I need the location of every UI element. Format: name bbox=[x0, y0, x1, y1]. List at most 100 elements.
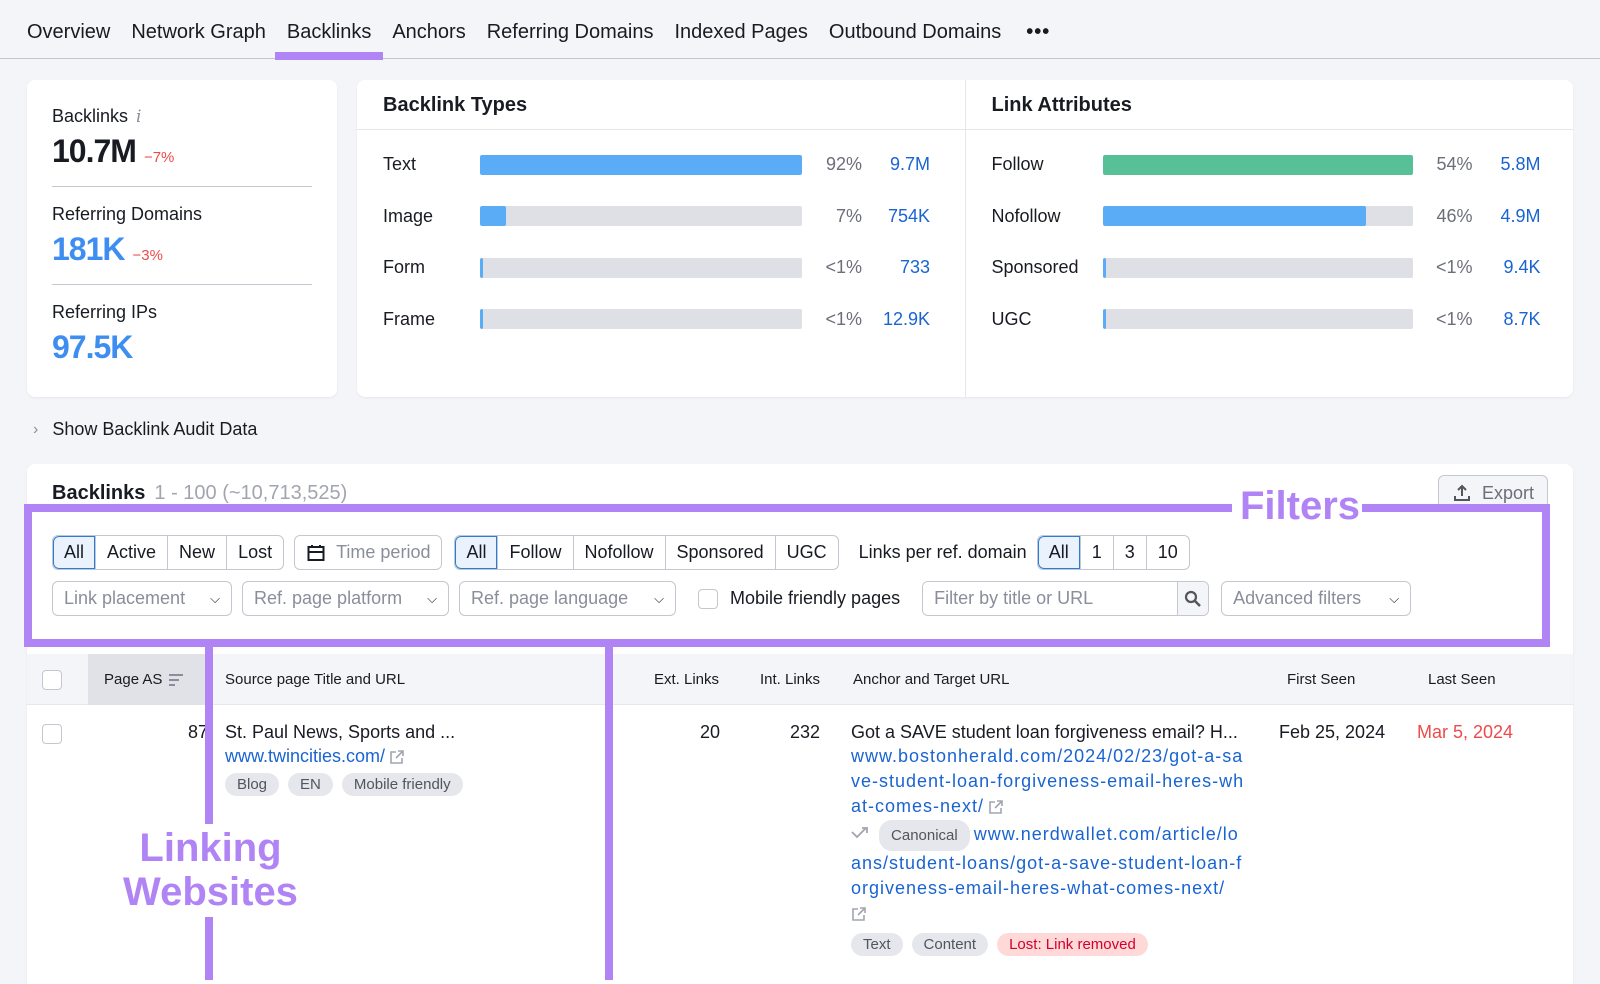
tab-backlinks[interactable]: Backlinks bbox=[274, 21, 384, 60]
bar-row-follow: Follow 54% 5.8M bbox=[966, 139, 1574, 191]
linking-frame-left-top bbox=[205, 639, 213, 824]
select-all-checkbox[interactable] bbox=[42, 669, 62, 690]
bar-row-sponsored: Sponsored <1% 9.4K bbox=[966, 242, 1574, 294]
bar-label: Nofollow bbox=[991, 205, 1061, 226]
sort-icon bbox=[169, 673, 184, 686]
more-tabs-icon[interactable]: ••• bbox=[1012, 21, 1060, 58]
status-all[interactable]: All bbox=[53, 536, 96, 569]
redirect-arrow-icon bbox=[851, 827, 868, 839]
bar-track bbox=[1102, 206, 1413, 227]
bar-track bbox=[1102, 309, 1413, 330]
filter-by-title-input[interactable] bbox=[923, 582, 1178, 615]
tab-indexed-pages[interactable]: Indexed Pages bbox=[664, 21, 817, 58]
link-placement-tag: Content bbox=[911, 933, 989, 956]
external-link-icon[interactable] bbox=[851, 906, 867, 922]
bar-label: Text bbox=[383, 154, 417, 175]
tab-referring-domains[interactable]: Referring Domains bbox=[477, 21, 664, 58]
show-backlink-audit-toggle[interactable]: › Show Backlink Audit Data bbox=[33, 419, 257, 440]
tab-network-graph[interactable]: Network Graph bbox=[121, 21, 276, 58]
link-attributes-title: Link Attributes bbox=[965, 80, 1573, 130]
backlink-types-panel: Backlink Types Text 92% 9.7M Image 7% 754K For… bbox=[357, 80, 965, 397]
linking-annotation-line2: Websites bbox=[123, 870, 298, 914]
search-button[interactable] bbox=[1177, 582, 1209, 615]
table-title: Backlinks 1 - 100 (~10,713,525) bbox=[52, 482, 347, 505]
bar-count-link[interactable]: 9.7M bbox=[862, 154, 930, 175]
bar-label: Image bbox=[383, 205, 434, 226]
col-last-seen[interactable]: Last Seen bbox=[1428, 654, 1496, 705]
status-new[interactable]: New bbox=[167, 536, 226, 569]
referring-ips-value[interactable]: 97.5K bbox=[52, 329, 133, 366]
links-per-domain-1[interactable]: 1 bbox=[1079, 536, 1113, 569]
attribute-all[interactable]: All bbox=[455, 536, 498, 569]
row-checkbox[interactable] bbox=[42, 724, 62, 744]
bar-count-link[interactable]: 8.7K bbox=[1473, 309, 1540, 330]
target-url-link[interactable]: www.bostonherald.com/2024/02/23/got-a-sa… bbox=[851, 746, 1244, 816]
source-url-link[interactable]: www.twincities.com/ bbox=[225, 746, 385, 766]
tab-overview[interactable]: Overview bbox=[17, 21, 120, 58]
distribution-card: Backlink Types Text 92% 9.7M Image 7% 754K For… bbox=[357, 80, 1573, 397]
info-icon[interactable]: i bbox=[136, 107, 141, 127]
bar-count-link[interactable]: 733 bbox=[862, 257, 930, 278]
attribute-filter: All Follow Nofollow Sponsored UGC bbox=[454, 535, 839, 570]
mobile-friendly-checkbox[interactable] bbox=[698, 588, 718, 609]
links-per-domain-label: Links per ref. domain bbox=[858, 542, 1027, 562]
ref-page-platform-dropdown[interactable]: Ref. page platform ⌵ bbox=[242, 581, 449, 616]
time-period-label: Time period bbox=[336, 542, 431, 562]
bar-count-link[interactable]: 754K bbox=[862, 206, 930, 227]
attribute-sponsored[interactable]: Sponsored bbox=[664, 536, 775, 569]
bar-label: Sponsored bbox=[991, 257, 1079, 278]
col-ext-links[interactable]: Ext. Links bbox=[654, 654, 719, 705]
ref-page-language-dropdown[interactable]: Ref. page language ⌵ bbox=[459, 581, 676, 616]
status-lost[interactable]: Lost bbox=[226, 536, 283, 569]
link-placement-dropdown[interactable]: Link placement ⌵ bbox=[52, 581, 232, 616]
status-active[interactable]: Active bbox=[95, 536, 167, 569]
attribute-nofollow[interactable]: Nofollow bbox=[572, 536, 665, 569]
canonical-badge: Canonical bbox=[879, 820, 970, 851]
source-tag-language: EN bbox=[288, 773, 333, 796]
tab-outbound-domains[interactable]: Outbound Domains bbox=[819, 21, 1011, 58]
col-source[interactable]: Source page Title and URL bbox=[225, 654, 405, 705]
bar-track bbox=[480, 309, 802, 330]
chevron-down-icon: ⌵ bbox=[427, 590, 437, 606]
bar-count-link[interactable]: 4.9M bbox=[1473, 206, 1540, 227]
linking-frame-right bbox=[605, 639, 613, 980]
export-label: Export bbox=[1481, 482, 1535, 503]
advanced-filters-dropdown[interactable]: Advanced filters ⌵ bbox=[1221, 581, 1412, 616]
source-tag-mobile: Mobile friendly bbox=[341, 773, 463, 796]
col-first-seen[interactable]: First Seen bbox=[1287, 654, 1355, 705]
col-int-links[interactable]: Int. Links bbox=[760, 654, 820, 705]
filter-search bbox=[922, 581, 1210, 616]
bar-fill bbox=[480, 257, 483, 278]
first-seen-value: Feb 25, 2024 bbox=[1279, 722, 1386, 742]
lost-status-badge: Lost: Link removed bbox=[997, 933, 1148, 956]
tab-anchors[interactable]: Anchors bbox=[382, 21, 475, 58]
search-icon bbox=[1185, 590, 1201, 607]
links-per-domain-all[interactable]: All bbox=[1037, 536, 1080, 569]
links-per-domain-3[interactable]: 3 bbox=[1112, 536, 1146, 569]
bar-count-link[interactable]: 12.9K bbox=[862, 309, 930, 330]
bar-row-text: Text 92% 9.7M bbox=[357, 139, 965, 191]
external-link-icon[interactable] bbox=[988, 799, 1004, 815]
backlinks-summary: Backlinks i 10.7M −7% bbox=[52, 106, 312, 187]
backlinks-value: 10.7M bbox=[52, 133, 137, 169]
col-anchor[interactable]: Anchor and Target URL bbox=[853, 654, 1009, 705]
calendar-icon bbox=[307, 544, 325, 561]
bar-count-link[interactable]: 5.8M bbox=[1473, 154, 1540, 175]
col-page-as[interactable]: Page AS bbox=[88, 654, 208, 705]
anchor-text: Got a SAVE student loan forgiveness emai… bbox=[851, 722, 1238, 742]
links-per-domain-10[interactable]: 10 bbox=[1145, 536, 1189, 569]
filter-row-2: Link placement ⌵ Ref. page platform ⌵ Ref.… bbox=[52, 581, 1412, 616]
referring-domains-value[interactable]: 181K bbox=[52, 231, 125, 268]
filters-frame-left bbox=[24, 504, 32, 647]
advanced-filters-label: Advanced filters bbox=[1233, 588, 1362, 608]
attribute-follow[interactable]: Follow bbox=[497, 536, 572, 569]
bar-percent: 92% bbox=[825, 154, 862, 175]
filters-annotation: Filters bbox=[1240, 484, 1361, 528]
external-link-icon[interactable] bbox=[389, 749, 405, 765]
filters-frame-top-right bbox=[1362, 504, 1550, 512]
time-period-button[interactable]: Time period bbox=[294, 535, 443, 570]
bar-count-link[interactable]: 9.4K bbox=[1473, 257, 1540, 278]
source-title: St. Paul News, Sports and ... bbox=[225, 722, 456, 742]
attribute-ugc[interactable]: UGC bbox=[774, 536, 838, 569]
bar-label: Follow bbox=[991, 154, 1044, 175]
